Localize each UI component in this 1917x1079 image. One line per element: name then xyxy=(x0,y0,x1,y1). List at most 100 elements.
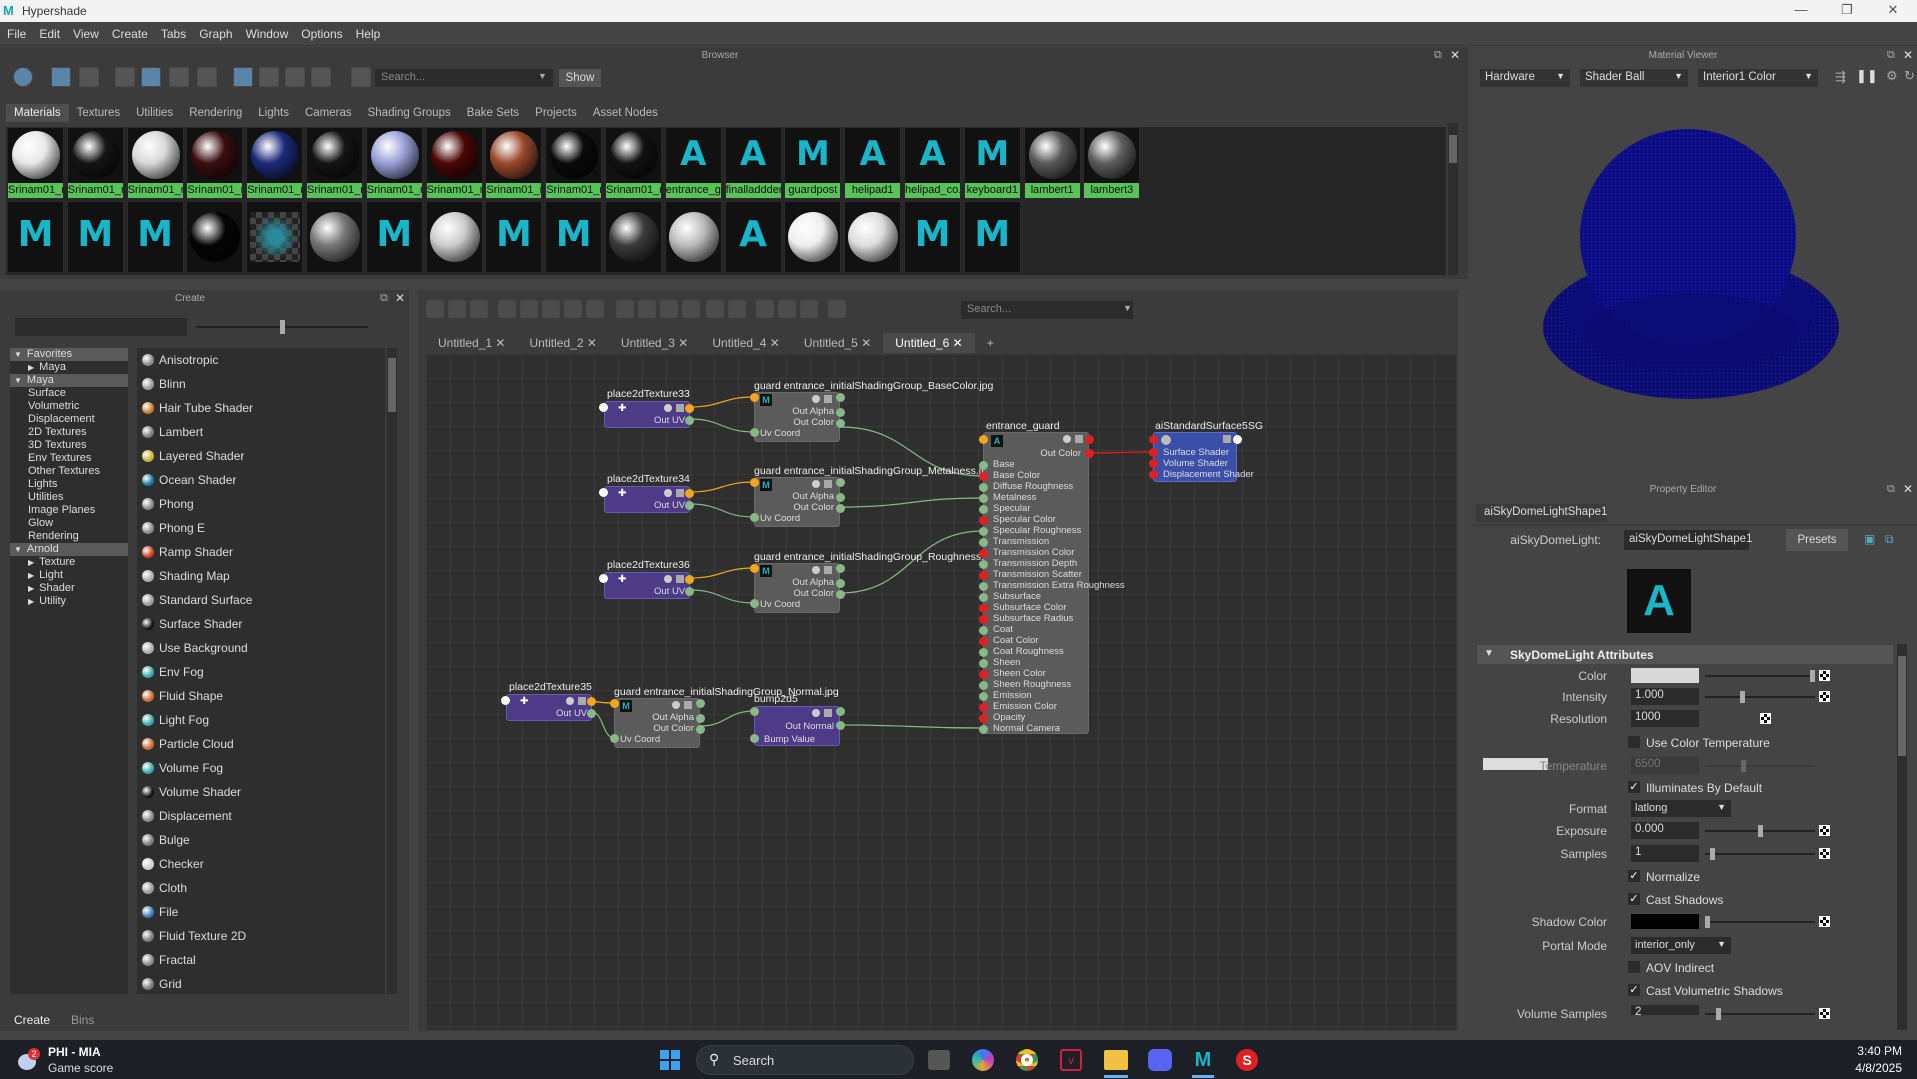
shader-input-port[interactable] xyxy=(978,625,988,635)
create-item-fractal[interactable]: Fractal xyxy=(137,948,385,972)
taskbar-search[interactable]: ⚲ Search xyxy=(696,1045,914,1075)
tab-bake-sets[interactable]: Bake Sets xyxy=(459,104,527,122)
node-attr-icon[interactable] xyxy=(824,566,832,574)
material-swatch[interactable]: M xyxy=(963,201,1021,273)
create-item-file[interactable]: File xyxy=(137,900,385,924)
menu-graph[interactable]: Graph xyxy=(192,22,238,41)
close-panel-icon[interactable]: ✕ xyxy=(1450,48,1460,62)
create-item-shading-map[interactable]: Shading Map xyxy=(137,564,385,588)
tree-item-maya[interactable]: ▶ Maya xyxy=(10,361,128,374)
tab-create[interactable]: Create xyxy=(14,1013,50,1027)
create-item-particle-cloud[interactable]: Particle Cloud xyxy=(137,732,385,756)
material-swatch[interactable] xyxy=(605,201,662,273)
resolution-field[interactable]: 1000 xyxy=(1631,710,1699,727)
node-attr-icon[interactable] xyxy=(676,575,684,583)
snap-icon[interactable] xyxy=(778,300,796,318)
output-port[interactable] xyxy=(835,503,845,513)
create-item-checker[interactable]: Checker xyxy=(137,852,385,876)
tree-item-lights[interactable]: Lights xyxy=(10,478,128,491)
show-simple-icon[interactable] xyxy=(616,300,634,318)
input-port[interactable] xyxy=(749,733,759,743)
tab-bins[interactable]: Bins xyxy=(71,1013,94,1027)
output-port[interactable] xyxy=(835,477,845,487)
material-swatch[interactable]: M xyxy=(126,201,184,273)
tree-item-favorites[interactable]: ▼ Favorites xyxy=(10,348,128,361)
aov-indirect-checkbox[interactable] xyxy=(1628,961,1640,973)
map-button-icon[interactable] xyxy=(1819,691,1830,702)
samples-field[interactable]: 1 xyxy=(1631,845,1699,862)
create-item-phong[interactable]: Phong xyxy=(137,492,385,516)
hide-attr-icon[interactable] xyxy=(564,300,582,318)
shader-input-port[interactable] xyxy=(978,471,988,481)
tab-untitled-3[interactable]: Untitled_3 ✕ xyxy=(609,333,700,353)
shader-input-port[interactable] xyxy=(978,526,988,536)
material-swatch[interactable]: Mkeyboard1 xyxy=(963,127,1021,199)
close-tab-icon[interactable]: ✕ xyxy=(678,336,688,350)
sort-name-icon[interactable] xyxy=(233,67,253,87)
create-item-surface-shader[interactable]: Surface Shader xyxy=(137,612,385,636)
close-tab-icon[interactable]: ✕ xyxy=(587,336,597,350)
show-connected-icon[interactable] xyxy=(638,300,656,318)
output-port[interactable] xyxy=(684,488,694,498)
icon-size-slider[interactable] xyxy=(196,320,368,334)
exposure-slider[interactable] xyxy=(1705,825,1815,837)
clear-graph-icon[interactable] xyxy=(586,300,604,318)
clock-date[interactable]: 4/8/2025 xyxy=(1832,1061,1902,1075)
tree-item-displacement[interactable]: Displacement xyxy=(10,413,128,426)
material-swatch[interactable] xyxy=(246,201,304,273)
output-port[interactable] xyxy=(835,706,845,716)
connection-wire[interactable] xyxy=(689,418,755,433)
material-swatch[interactable] xyxy=(664,201,722,273)
output-port[interactable] xyxy=(835,492,845,502)
shader-input-port[interactable] xyxy=(978,614,988,624)
tree-item-utility[interactable]: ▶ Utility xyxy=(10,595,128,608)
node-graph-canvas[interactable]: place2dTexture33 Out UV ✚ place2dTexture34 O… xyxy=(426,354,1456,1030)
minimize-icon[interactable]: — xyxy=(1786,2,1816,17)
portal-mode-dropdown[interactable]: interior_only ▼ xyxy=(1631,937,1731,954)
reload-icon[interactable] xyxy=(828,300,846,318)
sort-reverse-icon[interactable] xyxy=(311,67,331,87)
task-view-icon[interactable] xyxy=(928,1050,950,1070)
material-swatch[interactable]: Afinalladdder xyxy=(724,127,782,199)
node-attr-icon[interactable] xyxy=(1223,435,1231,443)
material-swatch[interactable]: Srinam01_ri... xyxy=(246,127,304,199)
material-swatch[interactable]: Srinam01_ri... xyxy=(485,127,543,199)
tree-item-surface[interactable]: Surface xyxy=(10,387,128,400)
tree-item-3d-textures[interactable]: 3D Textures xyxy=(10,439,128,452)
output-port[interactable] xyxy=(835,407,845,417)
shader-input-port[interactable] xyxy=(978,548,988,558)
tree-item-rendering[interactable]: Rendering xyxy=(10,530,128,543)
tab-asset-nodes[interactable]: Asset Nodes xyxy=(585,104,666,122)
create-scrollbar[interactable] xyxy=(387,348,397,994)
node-attr-icon[interactable] xyxy=(676,404,684,412)
output-port[interactable] xyxy=(695,713,705,723)
view-list-icon[interactable] xyxy=(79,67,99,87)
shader-input-port[interactable] xyxy=(978,658,988,668)
chevron-down-icon[interactable]: ▼ xyxy=(538,71,547,81)
medium-icons-icon[interactable] xyxy=(141,67,161,87)
input-port[interactable] xyxy=(978,434,988,444)
connection-wire[interactable] xyxy=(699,710,755,727)
connection-wire[interactable] xyxy=(839,724,984,729)
tree-item-other-textures[interactable]: Other Textures xyxy=(10,465,128,478)
graph-input-output-icon[interactable] xyxy=(426,300,444,318)
shader-input-port[interactable] xyxy=(978,559,988,569)
output-port[interactable] xyxy=(835,720,845,730)
material-swatch[interactable] xyxy=(784,201,842,273)
node-tab[interactable]: aiSkyDomeLightShape1 xyxy=(1476,504,1607,522)
tab-untitled-1[interactable]: Untitled_1 ✕ xyxy=(426,333,517,353)
tree-item-maya[interactable]: ▼ Maya xyxy=(10,374,128,387)
maya-app-icon[interactable]: M xyxy=(1192,1049,1214,1071)
create-filter-input[interactable] xyxy=(15,318,187,336)
clock-time[interactable]: 3:40 PM xyxy=(1846,1044,1902,1058)
create-item-standard-surface[interactable]: Standard Surface xyxy=(137,588,385,612)
output-port[interactable] xyxy=(684,500,694,510)
intensity-field[interactable]: 1.000 xyxy=(1631,688,1699,705)
volume-samples-slider[interactable] xyxy=(1705,1008,1815,1020)
close-panel-icon[interactable]: ✕ xyxy=(395,291,405,305)
material-swatch[interactable]: Srinam01_ri... xyxy=(365,127,423,199)
illuminates-by-default-checkbox[interactable]: ✓ xyxy=(1628,781,1640,793)
shader-input-port[interactable] xyxy=(978,581,988,591)
material-swatch[interactable]: M xyxy=(66,201,124,273)
tree-item-light[interactable]: ▶ Light xyxy=(10,569,128,582)
